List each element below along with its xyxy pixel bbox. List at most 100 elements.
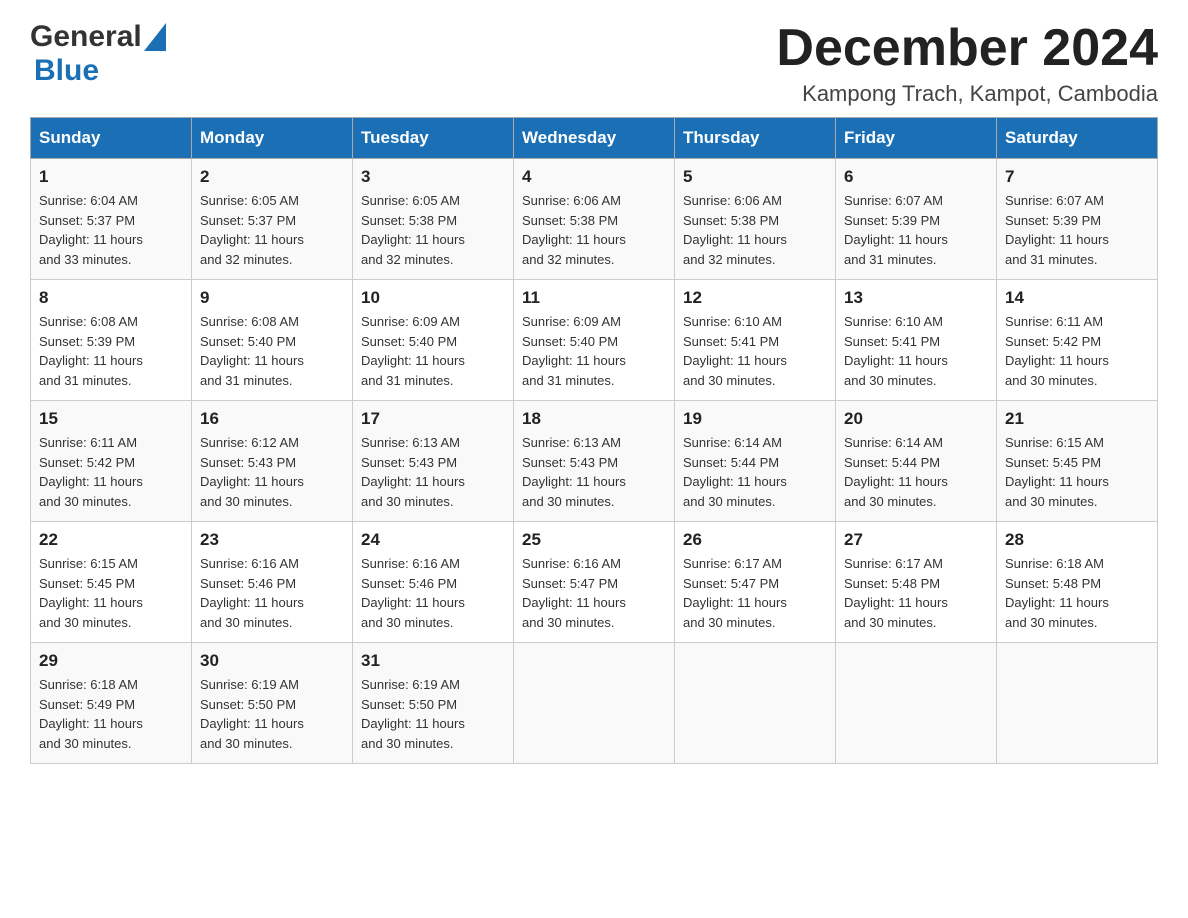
day-cell-29: 29Sunrise: 6:18 AMSunset: 5:49 PMDayligh… <box>31 643 192 764</box>
day-number: 13 <box>844 288 988 308</box>
day-cell-6: 6 Sunrise: 6:07 AMSunset: 5:39 PMDaylight… <box>836 159 997 280</box>
day-cell-19: 19Sunrise: 6:14 AMSunset: 5:44 PMDayligh… <box>675 401 836 522</box>
day-cell-15: 15 Sunrise: 6:11 AMSunset: 5:42 PMDayligh… <box>31 401 192 522</box>
day-cell-20: 20Sunrise: 6:14 AMSunset: 5:44 PMDayligh… <box>836 401 997 522</box>
day-number: 21 <box>1005 409 1149 429</box>
day-cell-8: 8 Sunrise: 6:08 AMSunset: 5:39 PMDaylight… <box>31 280 192 401</box>
month-title: December 2024 <box>776 20 1158 77</box>
day-cell-24: 24Sunrise: 6:16 AMSunset: 5:46 PMDayligh… <box>353 522 514 643</box>
day-cell-11: 11Sunrise: 6:09 AMSunset: 5:40 PMDayligh… <box>514 280 675 401</box>
weekday-header-friday: Friday <box>836 118 997 159</box>
day-info: Sunrise: 6:06 AMSunset: 5:38 PMDaylight:… <box>683 191 827 269</box>
day-info: Sunrise: 6:19 AMSunset: 5:50 PMDaylight:… <box>200 675 344 753</box>
day-number: 27 <box>844 530 988 550</box>
empty-cell <box>675 643 836 764</box>
week-row-5: 29Sunrise: 6:18 AMSunset: 5:49 PMDayligh… <box>31 643 1158 764</box>
day-cell-14: 14Sunrise: 6:11 AMSunset: 5:42 PMDayligh… <box>997 280 1158 401</box>
day-info: Sunrise: 6:17 AMSunset: 5:48 PMDaylight:… <box>844 554 988 632</box>
day-info: Sunrise: 6:15 AMSunset: 5:45 PMDaylight:… <box>39 554 183 632</box>
day-cell-9: 9 Sunrise: 6:08 AMSunset: 5:40 PMDaylight… <box>192 280 353 401</box>
day-number: 30 <box>200 651 344 671</box>
weekday-header-row: SundayMondayTuesdayWednesdayThursdayFrid… <box>31 118 1158 159</box>
day-cell-16: 16 Sunrise: 6:12 AMSunset: 5:43 PMDayligh… <box>192 401 353 522</box>
day-info: Sunrise: 6:13 AMSunset: 5:43 PMDaylight:… <box>361 433 505 511</box>
week-row-3: 15 Sunrise: 6:11 AMSunset: 5:42 PMDayligh… <box>31 401 1158 522</box>
day-number: 10 <box>361 288 505 308</box>
day-info: Sunrise: 6:11 AMSunset: 5:42 PMDaylight:… <box>39 433 183 511</box>
day-info: Sunrise: 6:13 AMSunset: 5:43 PMDaylight:… <box>522 433 666 511</box>
week-row-2: 8 Sunrise: 6:08 AMSunset: 5:39 PMDaylight… <box>31 280 1158 401</box>
day-cell-23: 23 Sunrise: 6:16 AMSunset: 5:46 PMDayligh… <box>192 522 353 643</box>
day-info: Sunrise: 6:08 AMSunset: 5:40 PMDaylight:… <box>200 312 344 390</box>
day-number: 22 <box>39 530 183 550</box>
day-number: 18 <box>522 409 666 429</box>
day-cell-25: 25Sunrise: 6:16 AMSunset: 5:47 PMDayligh… <box>514 522 675 643</box>
day-cell-2: 2Sunrise: 6:05 AMSunset: 5:37 PMDaylight… <box>192 159 353 280</box>
week-row-4: 22 Sunrise: 6:15 AMSunset: 5:45 PMDayligh… <box>31 522 1158 643</box>
day-number: 28 <box>1005 530 1149 550</box>
day-cell-26: 26 Sunrise: 6:17 AMSunset: 5:47 PMDayligh… <box>675 522 836 643</box>
day-number: 16 <box>200 409 344 429</box>
day-info: Sunrise: 6:12 AMSunset: 5:43 PMDaylight:… <box>200 433 344 511</box>
day-number: 31 <box>361 651 505 671</box>
day-number: 6 <box>844 167 988 187</box>
day-info: Sunrise: 6:16 AMSunset: 5:47 PMDaylight:… <box>522 554 666 632</box>
weekday-header-saturday: Saturday <box>997 118 1158 159</box>
day-number: 12 <box>683 288 827 308</box>
day-cell-5: 5 Sunrise: 6:06 AMSunset: 5:38 PMDaylight… <box>675 159 836 280</box>
weekday-header-tuesday: Tuesday <box>353 118 514 159</box>
day-number: 9 <box>200 288 344 308</box>
day-info: Sunrise: 6:17 AMSunset: 5:47 PMDaylight:… <box>683 554 827 632</box>
day-info: Sunrise: 6:04 AMSunset: 5:37 PMDaylight:… <box>39 191 183 269</box>
day-number: 17 <box>361 409 505 429</box>
week-row-1: 1 Sunrise: 6:04 AMSunset: 5:37 PMDaylight… <box>31 159 1158 280</box>
day-cell-10: 10 Sunrise: 6:09 AMSunset: 5:40 PMDayligh… <box>353 280 514 401</box>
day-cell-13: 13 Sunrise: 6:10 AMSunset: 5:41 PMDayligh… <box>836 280 997 401</box>
day-info: Sunrise: 6:16 AMSunset: 5:46 PMDaylight:… <box>200 554 344 632</box>
day-cell-1: 1 Sunrise: 6:04 AMSunset: 5:37 PMDaylight… <box>31 159 192 280</box>
day-cell-30: 30 Sunrise: 6:19 AMSunset: 5:50 PMDayligh… <box>192 643 353 764</box>
day-number: 8 <box>39 288 183 308</box>
day-number: 24 <box>361 530 505 550</box>
day-info: Sunrise: 6:08 AMSunset: 5:39 PMDaylight:… <box>39 312 183 390</box>
day-cell-21: 21Sunrise: 6:15 AMSunset: 5:45 PMDayligh… <box>997 401 1158 522</box>
day-cell-28: 28 Sunrise: 6:18 AMSunset: 5:48 PMDayligh… <box>997 522 1158 643</box>
day-number: 15 <box>39 409 183 429</box>
day-number: 4 <box>522 167 666 187</box>
day-info: Sunrise: 6:09 AMSunset: 5:40 PMDaylight:… <box>361 312 505 390</box>
logo-blue: Blue <box>34 54 99 87</box>
day-number: 29 <box>39 651 183 671</box>
day-cell-12: 12 Sunrise: 6:10 AMSunset: 5:41 PMDayligh… <box>675 280 836 401</box>
day-cell-4: 4 Sunrise: 6:06 AMSunset: 5:38 PMDaylight… <box>514 159 675 280</box>
empty-cell <box>514 643 675 764</box>
day-info: Sunrise: 6:10 AMSunset: 5:41 PMDaylight:… <box>844 312 988 390</box>
day-number: 1 <box>39 167 183 187</box>
weekday-header-monday: Monday <box>192 118 353 159</box>
weekday-header-wednesday: Wednesday <box>514 118 675 159</box>
location-title: Kampong Trach, Kampot, Cambodia <box>776 81 1158 107</box>
day-info: Sunrise: 6:06 AMSunset: 5:38 PMDaylight:… <box>522 191 666 269</box>
calendar-header: SundayMondayTuesdayWednesdayThursdayFrid… <box>31 118 1158 159</box>
day-cell-18: 18 Sunrise: 6:13 AMSunset: 5:43 PMDayligh… <box>514 401 675 522</box>
day-info: Sunrise: 6:05 AMSunset: 5:38 PMDaylight:… <box>361 191 505 269</box>
day-number: 20 <box>844 409 988 429</box>
title-block: December 2024 Kampong Trach, Kampot, Cam… <box>776 20 1158 107</box>
day-number: 14 <box>1005 288 1149 308</box>
logo-general: General <box>30 20 142 54</box>
day-info: Sunrise: 6:14 AMSunset: 5:44 PMDaylight:… <box>683 433 827 511</box>
day-info: Sunrise: 6:18 AMSunset: 5:48 PMDaylight:… <box>1005 554 1149 632</box>
calendar-body: 1 Sunrise: 6:04 AMSunset: 5:37 PMDaylight… <box>31 159 1158 764</box>
page-header: General Blue December 2024 Kampong Trach… <box>30 20 1158 107</box>
day-number: 23 <box>200 530 344 550</box>
day-number: 26 <box>683 530 827 550</box>
day-info: Sunrise: 6:19 AMSunset: 5:50 PMDaylight:… <box>361 675 505 753</box>
day-cell-22: 22 Sunrise: 6:15 AMSunset: 5:45 PMDayligh… <box>31 522 192 643</box>
day-cell-7: 7Sunrise: 6:07 AMSunset: 5:39 PMDaylight… <box>997 159 1158 280</box>
day-number: 5 <box>683 167 827 187</box>
day-info: Sunrise: 6:10 AMSunset: 5:41 PMDaylight:… <box>683 312 827 390</box>
day-cell-17: 17 Sunrise: 6:13 AMSunset: 5:43 PMDayligh… <box>353 401 514 522</box>
empty-cell <box>836 643 997 764</box>
day-info: Sunrise: 6:07 AMSunset: 5:39 PMDaylight:… <box>844 191 988 269</box>
day-number: 2 <box>200 167 344 187</box>
day-cell-3: 3Sunrise: 6:05 AMSunset: 5:38 PMDaylight… <box>353 159 514 280</box>
